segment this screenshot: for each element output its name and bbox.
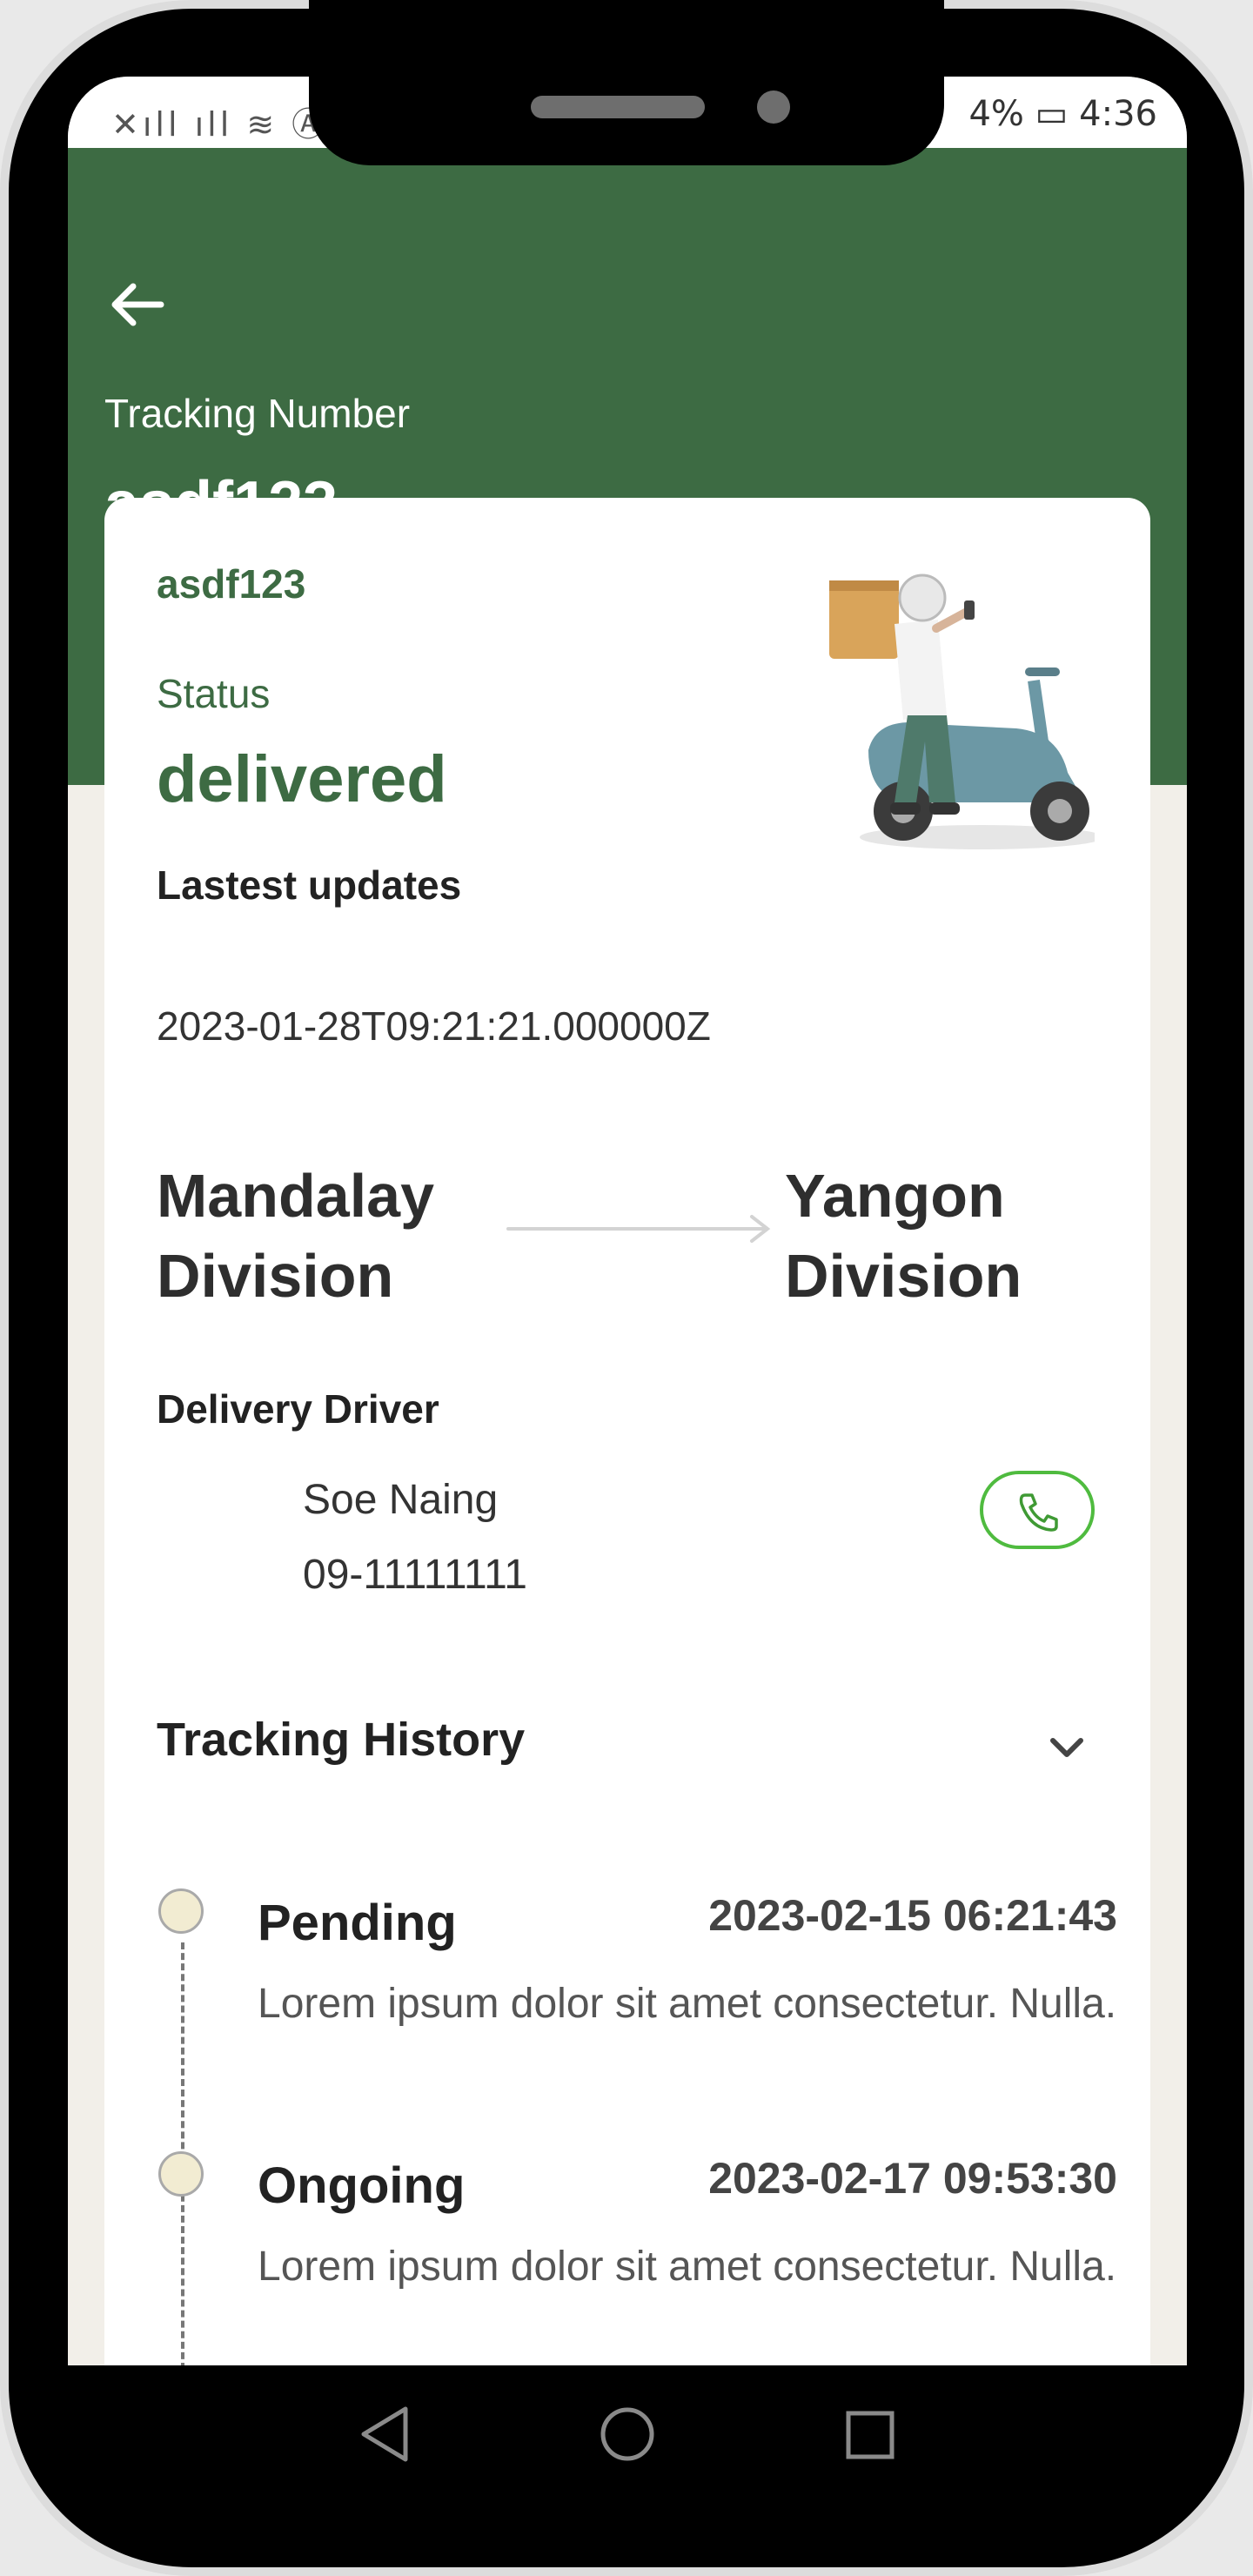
back-arrow-icon xyxy=(111,283,164,326)
history-status: Ongoing xyxy=(258,2157,466,2214)
delivery-scooter-illustration xyxy=(829,574,1095,849)
front-camera xyxy=(757,91,790,124)
status-label: Status xyxy=(157,671,271,716)
home-circle-icon[interactable] xyxy=(597,2404,658,2465)
history-description: Lorem ipsum dolor sit amet consectetur. … xyxy=(258,2244,1117,2290)
history-item: Ongoing 2023-02-17 09:53:30 Lorem ipsum … xyxy=(104,2151,1150,2365)
timeline-dot xyxy=(158,2151,204,2197)
speaker-grille xyxy=(531,96,705,118)
signal-wifi-icons: ✕ıll ıll ≋ Ⓐ xyxy=(111,105,329,144)
latest-updates-label: Lastest updates xyxy=(157,862,462,908)
back-triangle-icon[interactable] xyxy=(355,2404,416,2465)
system-nav-bar xyxy=(68,2365,1187,2505)
tracking-history-title: Tracking History xyxy=(157,1714,526,1766)
chevron-down-icon[interactable] xyxy=(1041,1721,1093,1774)
delivery-driver-label: Delivery Driver xyxy=(157,1386,439,1432)
recent-square-icon[interactable] xyxy=(844,2409,896,2461)
package-code: asdf123 xyxy=(157,561,306,607)
tracking-number-label: Tracking Number xyxy=(104,391,411,436)
call-driver-button[interactable] xyxy=(980,1471,1095,1549)
history-description: Lorem ipsum dolor sit amet consectetur. … xyxy=(258,1981,1117,2027)
history-date: 2023-02-17 09:53:30 xyxy=(708,2154,1117,2203)
history-item: Pending 2023-02-15 06:21:43 Lorem ipsum … xyxy=(104,1888,1150,2137)
clock: 4:36 xyxy=(1079,94,1157,134)
history-status: Pending xyxy=(258,1895,457,1951)
route-arrow-icon xyxy=(506,1215,771,1243)
app-screen: ✕ıll ıll ≋ Ⓐ 4% ▭ 4:36 Tracking Number a… xyxy=(68,77,1187,2365)
driver-name: Soe Naing xyxy=(303,1477,499,1523)
phone-icon xyxy=(1019,1493,1058,1532)
status-value: delivered xyxy=(157,742,447,816)
timeline-dot xyxy=(158,1888,204,1934)
battery-percent: 4% xyxy=(968,94,1024,134)
latest-update-time: 2023-01-28T09:21:21.000000Z xyxy=(157,1003,711,1049)
driver-phone: 09-11111111 xyxy=(303,1552,527,1598)
route-origin: Mandalay Division xyxy=(157,1162,434,1310)
battery-icon: ▭ xyxy=(1035,94,1080,134)
history-date: 2023-02-15 06:21:43 xyxy=(708,1891,1117,1940)
route-destination: Yangon Division xyxy=(785,1162,1022,1310)
back-button[interactable] xyxy=(103,270,172,339)
tracking-card: asdf123 Status delivered Lastest updates… xyxy=(104,498,1150,2365)
status-right: 4% ▭ 4:36 xyxy=(968,94,1157,134)
camera-notch xyxy=(309,0,944,165)
